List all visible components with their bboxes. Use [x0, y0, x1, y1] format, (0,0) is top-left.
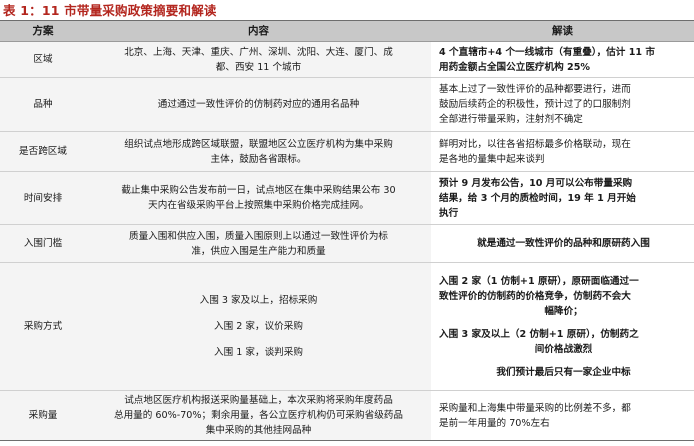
row-interpretation: 预计 9 月发布公告，10 月可以公布带量采购 结果，给 3 个月的质检时间，1…	[431, 171, 694, 225]
interp-line: 采购量和上海集中带量采购的比例差不多，都	[439, 402, 631, 414]
row-content: 截止集中采购公告发布前一日，试点地区在集中采购结果公布 30 天内在省级采购平台…	[86, 171, 431, 225]
document-page: 表 1：11 市带量采购政策摘要和解读 方案 内容 解读 区域 北京、上海、天津…	[0, 0, 694, 446]
header-interpretation: 解读	[431, 20, 694, 42]
interp-line: 间价格战激烈	[534, 343, 593, 355]
interp-line: 用药金额占全国公立医疗机构 25%	[439, 61, 591, 73]
table-row-procurement-method: 采购方式 入围 3 家及以上，招标采购 入围 2 家，议价采购 入围 1 家，谈…	[0, 262, 694, 391]
content-line: 质量入围和供应入围，质量入围原则上以通过一致性评价为标	[128, 230, 389, 242]
content-line: 准，供应入围是生产能力和质量	[191, 245, 326, 257]
row-content: 试点地区医疗机构报送采购量基础上，本次采购将采购年度药品 总用量的 60%-70…	[86, 390, 431, 441]
interp-line: 致性评价的仿制药的价格竞争，仿制药不会大	[439, 290, 631, 302]
interp-line: 是各地的量集中起来谈判	[439, 153, 545, 165]
table-title: 表 1：11 市带量采购政策摘要和解读	[3, 3, 217, 18]
row-content: 通过通过一致性评价的仿制药对应的通用名品种	[86, 77, 431, 132]
row-interpretation: 采购量和上海集中带量采购的比例差不多，都 是前一年用量的 70%左右	[431, 390, 694, 441]
row-category: 采购量	[0, 390, 86, 441]
interp-line: 入围 3 家及以上（2 仿制+1 原研），仿制药之	[439, 328, 639, 340]
row-category: 采购方式	[0, 262, 86, 391]
row-interpretation: 就是通过一致性评价的品种和原研药入围	[431, 224, 694, 263]
interp-line: 4 个直辖市+4 个一线城市（有重叠），估计 11 市	[439, 46, 655, 58]
interp-line: 预计 9 月发布公告，10 月可以公布带量采购	[439, 177, 633, 189]
interp-line: 鲜明对比，以往各省招标最多价格联动，现在	[439, 138, 631, 150]
table-row-procurement-volume: 采购量 试点地区医疗机构报送采购量基础上，本次采购将采购年度药品 总用量的 60…	[0, 390, 694, 441]
row-interpretation: 4 个直辖市+4 个一线城市（有重叠），估计 11 市 用药金额占全国公立医疗机…	[431, 41, 694, 78]
interp-line: 就是通过一致性评价的品种和原研药入围	[477, 238, 650, 249]
content-line: 通过通过一致性评价的仿制药对应的通用名品种	[157, 99, 360, 110]
content-line: 入围 1 家，谈判采购	[214, 347, 303, 358]
header-content: 内容	[86, 20, 431, 42]
row-category: 时间安排	[0, 171, 86, 225]
content-line: 主体，鼓励各省跟标。	[210, 153, 307, 165]
row-interpretation: 鲜明对比，以往各省招标最多价格联动，现在 是各地的量集中起来谈判	[431, 131, 694, 172]
interp-line: 我们预计最后只有一家企业中标	[496, 366, 631, 378]
content-line: 天内在省级采购平台上按照集中采购价格完成挂网。	[148, 200, 369, 211]
header-scheme: 方案	[0, 20, 86, 42]
content-line: 入围 3 家及以上，招标采购	[199, 295, 318, 306]
interp-line: 全部进行带量采购，注射剂不确定	[439, 114, 583, 125]
table-header-row: 方案 内容 解读	[0, 20, 694, 42]
table-row-schedule: 时间安排 截止集中采购公告发布前一日，试点地区在集中采购结果公布 30 天内在省…	[0, 171, 694, 225]
row-content: 北京、上海、天津、重庆、广州、深圳、沈阳、大连、厦门、成 都、西安 11 个城市	[86, 41, 431, 78]
row-interpretation: 基本上过了一致性评价的品种都要进行，进而 鼓励后续药企的积极性，预计过了的口服制…	[431, 77, 694, 132]
interp-line: 是前一年用量的 70%左右	[439, 417, 550, 429]
row-content: 入围 3 家及以上，招标采购 入围 2 家，议价采购 入围 1 家，谈判采购	[86, 262, 431, 391]
table-row-variety: 品种 通过通过一致性评价的仿制药对应的通用名品种 基本上过了一致性评价的品种都要…	[0, 77, 694, 132]
content-line: 总用量的 60%-70%；剩余用量，各公立医疗机构仍可采购省级药品	[113, 410, 403, 421]
interp-line: 执行	[439, 207, 459, 219]
row-category: 入围门槛	[0, 224, 86, 263]
interp-line: 幅降价；	[544, 305, 583, 317]
row-category: 是否跨区域	[0, 131, 86, 172]
table-row-region: 区域 北京、上海、天津、重庆、广州、深圳、沈阳、大连、厦门、成 都、西安 11 …	[0, 41, 694, 78]
content-line: 组织试点地形成跨区域联盟，联盟地区公立医疗机构为集中采购	[124, 138, 393, 150]
content-line: 北京、上海、天津、重庆、广州、深圳、沈阳、大连、厦门、成	[124, 46, 393, 58]
policy-table: 方案 内容 解读 区域 北京、上海、天津、重庆、广州、深圳、沈阳、大连、厦门、成…	[0, 20, 694, 441]
row-category: 品种	[0, 77, 86, 132]
table-row-threshold: 入围门槛 质量入围和供应入围，质量入围原则上以通过一致性评价为标 准，供应入围是…	[0, 224, 694, 263]
interp-line: 结果，给 3 个月的质检时间，19 年 1 月开始	[439, 192, 636, 204]
interp-line: 鼓励后续药企的积极性，预计过了的口服制剂	[439, 99, 631, 110]
content-line: 截止集中采购公告发布前一日，试点地区在集中采购结果公布 30	[121, 185, 396, 196]
interp-line: 基本上过了一致性评价的品种都要进行，进而	[439, 84, 631, 95]
row-interpretation: 入围 2 家（1 仿制+1 原研），原研面临通过一 致性评价的仿制药的价格竞争，…	[431, 262, 694, 391]
content-line: 集中采购的其他挂网品种	[205, 425, 312, 436]
content-line: 入围 2 家，议价采购	[214, 321, 303, 332]
row-content: 组织试点地形成跨区域联盟，联盟地区公立医疗机构为集中采购 主体，鼓励各省跟标。	[86, 131, 431, 172]
table-row-cross-region: 是否跨区域 组织试点地形成跨区域联盟，联盟地区公立医疗机构为集中采购 主体，鼓励…	[0, 131, 694, 172]
row-content: 质量入围和供应入围，质量入围原则上以通过一致性评价为标 准，供应入围是生产能力和…	[86, 224, 431, 263]
interp-line: 入围 2 家（1 仿制+1 原研），原研面临通过一	[439, 275, 639, 287]
content-line: 都、西安 11 个城市	[215, 61, 302, 73]
content-line: 试点地区医疗机构报送采购量基础上，本次采购将采购年度药品	[124, 395, 393, 406]
row-category: 区域	[0, 41, 86, 78]
